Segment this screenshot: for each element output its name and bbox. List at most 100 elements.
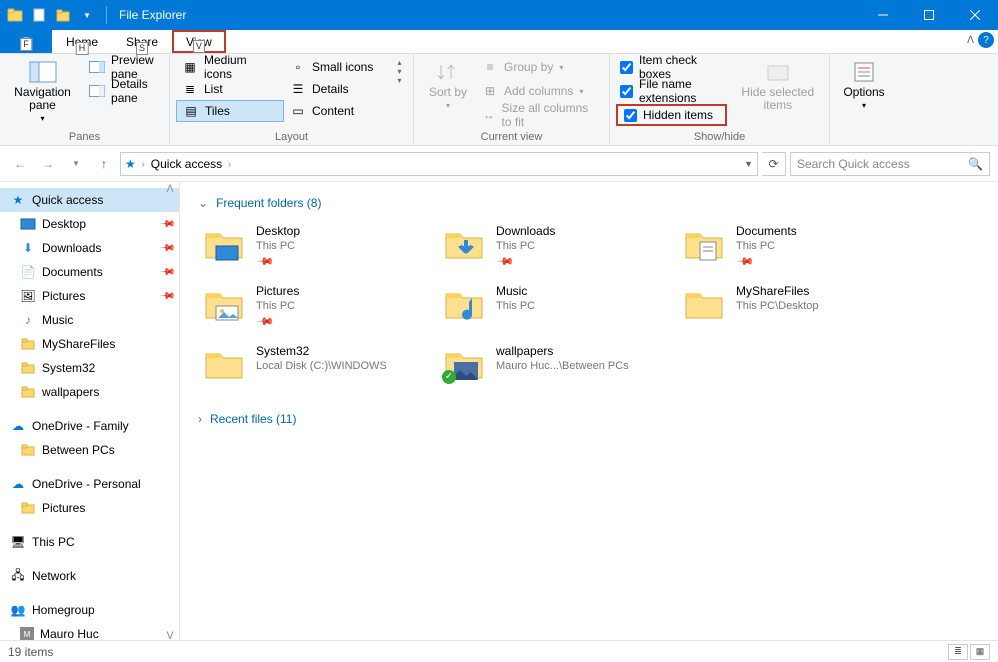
navigation-row: ← → ▼ ↑ ★ › Quick access › ▼ ⟳ Search Qu…	[0, 146, 998, 182]
sidebar-item-music[interactable]: ♪Music	[0, 308, 179, 332]
item-name: System32	[256, 344, 387, 359]
titlebar: ▼ File Explorer	[0, 0, 998, 30]
pin-icon: 📌	[158, 264, 175, 281]
folder-item[interactable]: Documents This PC 📌	[678, 220, 918, 274]
layout-details[interactable]: ☰Details	[284, 78, 392, 100]
up-button[interactable]: ↑	[92, 152, 116, 176]
item-name: Desktop	[256, 224, 300, 239]
folder-icon	[442, 284, 486, 324]
sidebar-item-system32[interactable]: System32	[0, 356, 179, 380]
ribbon: Navigation pane▾ Preview pane Details pa…	[0, 54, 998, 146]
qat-properties-icon[interactable]	[28, 4, 50, 26]
back-button[interactable]: ←	[8, 152, 32, 176]
tab-file[interactable]: F F	[0, 30, 52, 53]
sidebar-this-pc[interactable]: 🖥This PC	[0, 530, 179, 554]
status-item-count: 19 items	[8, 645, 53, 659]
help-icon[interactable]: ?	[978, 32, 994, 48]
content-pane[interactable]: ⌄Frequent folders (8) Desktop This PC 📌 …	[180, 182, 998, 644]
item-location: This PC\Desktop	[736, 299, 819, 314]
qat-dropdown-icon[interactable]: ▼	[76, 4, 98, 26]
minimize-button[interactable]	[860, 0, 906, 30]
status-bar: 19 items ≣ ▦	[0, 640, 998, 662]
folder-item[interactable]: Music This PC	[438, 280, 678, 334]
search-input[interactable]: Search Quick access 🔍	[790, 152, 990, 176]
sidebar-item-between-pcs[interactable]: Between PCs	[0, 438, 179, 462]
sidebar-item-mysharefiles[interactable]: MyShareFiles	[0, 332, 179, 356]
group-recent-files[interactable]: ›Recent files (11)	[198, 412, 980, 426]
folder-icon	[202, 284, 246, 324]
pin-icon: 📌	[735, 252, 755, 272]
folder-icon	[682, 224, 726, 264]
layout-list[interactable]: ≣List	[176, 78, 284, 100]
folder-item[interactable]: MyShareFiles This PC\Desktop	[678, 280, 918, 334]
sidebar-homegroup[interactable]: 👥Homegroup	[0, 598, 179, 622]
pin-icon: 📌	[255, 252, 275, 272]
folder-icon	[682, 284, 726, 324]
folder-item[interactable]: Downloads This PC 📌	[438, 220, 678, 274]
file-name-extensions-checkbox[interactable]: File name extensions	[616, 80, 727, 102]
item-name: Downloads	[496, 224, 555, 239]
pin-icon: 📌	[255, 312, 275, 332]
item-name: Pictures	[256, 284, 299, 299]
folder-icon: ✓	[442, 344, 486, 384]
sidebar-item-wallpapers[interactable]: wallpapers	[0, 380, 179, 404]
view-thumbnails-button[interactable]: ▦	[970, 644, 990, 660]
layout-tiles[interactable]: ▤Tiles	[176, 100, 284, 122]
tab-view[interactable]: ViewV	[172, 30, 226, 53]
sort-by-button[interactable]: Sort by▾	[420, 56, 476, 114]
sidebar-item-desktop[interactable]: Desktop📌	[0, 212, 179, 236]
sidebar-network[interactable]: 🖧Network	[0, 564, 179, 588]
hide-selected-button[interactable]: Hide selected items	[733, 56, 823, 114]
sidebar-scroll-up[interactable]: ᐱ	[163, 184, 177, 195]
breadcrumb[interactable]: Quick access	[151, 157, 222, 171]
folder-icon	[202, 344, 246, 384]
group-frequent-folders[interactable]: ⌄Frequent folders (8)	[198, 196, 980, 210]
folder-item[interactable]: Pictures This PC 📌	[198, 280, 438, 334]
group-by-button[interactable]: ≡Group by ▾	[476, 56, 603, 78]
item-check-boxes-checkbox[interactable]: Item check boxes	[616, 56, 727, 78]
close-button[interactable]	[952, 0, 998, 30]
qat-newfolder-icon[interactable]	[52, 4, 74, 26]
keytip: F	[20, 38, 32, 51]
pin-icon: 📌	[158, 288, 175, 305]
sidebar-onedrive-personal[interactable]: ☁OneDrive - Personal	[0, 472, 179, 496]
item-location: Local Disk (C:)\WINDOWS	[256, 359, 387, 374]
sidebar-item-downloads[interactable]: ⬇Downloads📌	[0, 236, 179, 260]
group-label-showhide: Show/hide	[616, 131, 823, 145]
layout-small-icons[interactable]: ▫Small icons	[284, 56, 392, 78]
forward-button[interactable]: →	[36, 152, 60, 176]
layout-medium-icons[interactable]: ▦Medium icons	[176, 56, 284, 78]
layout-gallery-more[interactable]: ▴▾▾	[392, 56, 407, 87]
refresh-button[interactable]: ⟳	[762, 152, 786, 176]
add-columns-button[interactable]: ⊞Add columns ▾	[476, 80, 603, 102]
address-dropdown-icon[interactable]: ▼	[744, 159, 753, 169]
quick-access-icon: ★	[125, 157, 136, 171]
options-button[interactable]: Options▾	[836, 56, 892, 114]
sidebar-onedrive-family[interactable]: ☁OneDrive - Family	[0, 414, 179, 438]
recent-locations-button[interactable]: ▼	[64, 152, 88, 176]
sidebar-item-od-pictures[interactable]: Pictures	[0, 496, 179, 520]
sidebar-item-pictures[interactable]: 🖼Pictures📌	[0, 284, 179, 308]
size-columns-button[interactable]: ↔Size all columns to fit	[476, 104, 603, 126]
folder-icon	[442, 224, 486, 264]
maximize-button[interactable]	[906, 0, 952, 30]
address-bar[interactable]: ★ › Quick access › ▼	[120, 152, 758, 176]
preview-pane-button[interactable]: Preview pane	[83, 56, 163, 78]
folder-item[interactable]: System32 Local Disk (C:)\WINDOWS	[198, 340, 438, 388]
sidebar-quick-access[interactable]: ★Quick access	[0, 188, 179, 212]
item-location: This PC	[496, 299, 535, 314]
details-pane-button[interactable]: Details pane	[83, 80, 163, 102]
view-details-button[interactable]: ≣	[948, 644, 968, 660]
tab-home[interactable]: HomeH	[52, 30, 112, 53]
tab-share[interactable]: ShareS	[112, 30, 172, 53]
ribbon-collapse-icon[interactable]: ᐱ	[967, 35, 974, 46]
sidebar-item-documents[interactable]: 📄Documents📌	[0, 260, 179, 284]
navigation-pane-button[interactable]: Navigation pane▾	[6, 56, 79, 127]
search-icon: 🔍	[968, 157, 983, 171]
hidden-items-checkbox[interactable]: Hidden items	[616, 104, 727, 126]
folder-item[interactable]: Desktop This PC 📌	[198, 220, 438, 274]
item-name: Music	[496, 284, 535, 299]
layout-content[interactable]: ▭Content	[284, 100, 392, 122]
navigation-sidebar[interactable]: ᐱ ★Quick access Desktop📌 ⬇Downloads📌 📄Do…	[0, 182, 180, 644]
folder-item[interactable]: ✓ wallpapers Mauro Huc...\Between PCs	[438, 340, 678, 388]
